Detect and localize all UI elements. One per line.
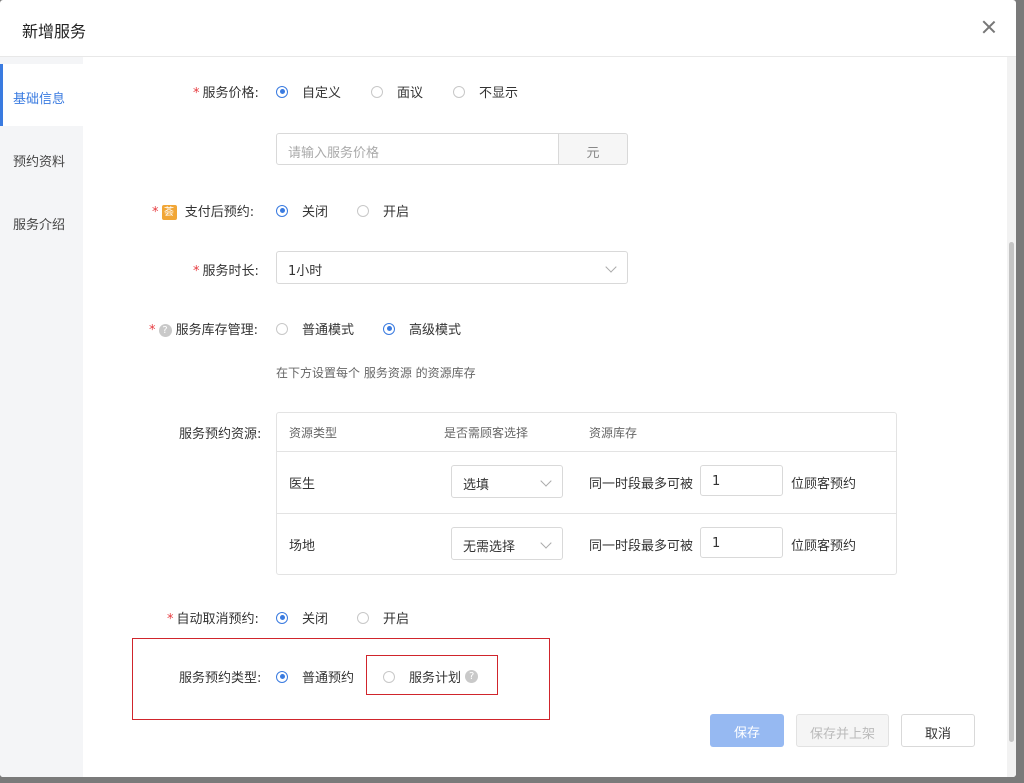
sidebar-item-basic-info[interactable]: 基础信息 (0, 64, 83, 126)
member-badge-icon: 荟 (161, 205, 177, 220)
radio-icon (276, 322, 288, 335)
resource-type: 场地 (289, 539, 316, 554)
help-icon[interactable]: ? (158, 324, 172, 337)
radio-icon (453, 85, 465, 98)
column-header: 是否需顾客选择 (444, 426, 529, 440)
stock-input[interactable]: 1 (700, 527, 783, 558)
radio-icon (383, 670, 395, 683)
inventory-option-normal[interactable]: 普通模式 (276, 319, 354, 338)
chevron-down-icon (540, 475, 552, 487)
inventory-hint: 在下方设置每个 服务资源 的资源库存 (276, 366, 476, 380)
sidebar: 基础信息 预约资料 服务介绍 (0, 57, 83, 777)
column-header: 资源库存 (589, 426, 638, 440)
resources-label: 服务预约资源: (179, 427, 262, 442)
price-label: * 服务价格: (193, 86, 259, 101)
inventory-option-advanced[interactable]: 高级模式 (383, 319, 461, 338)
resource-type: 医生 (289, 477, 316, 492)
radio-icon (371, 85, 383, 98)
sidebar-item-booking-data[interactable]: 预约资料 (0, 127, 83, 189)
radio-icon (276, 611, 288, 624)
stock-suffix: 位顾客预约 (791, 539, 857, 554)
sidebar-item-service-intro[interactable]: 服务介绍 (0, 190, 83, 252)
scrollbar[interactable] (1007, 57, 1016, 777)
radio-icon (357, 611, 369, 624)
price-option-custom[interactable]: 自定义 (276, 82, 341, 101)
stock-prefix: 同一时段最多可被 (589, 477, 694, 492)
save-button[interactable]: 保存 (710, 714, 784, 747)
stock-prefix: 同一时段最多可被 (589, 539, 694, 554)
dialog-header: 新增服务 (0, 0, 1016, 57)
chevron-down-icon (605, 261, 617, 273)
scrollbar-thumb[interactable] (1009, 242, 1014, 742)
help-icon[interactable]: ? (465, 670, 479, 683)
pay-first-option-on[interactable]: 开启 (357, 201, 409, 220)
radio-icon (276, 204, 288, 217)
sidebar-item-label: 基础信息 (13, 92, 66, 107)
customer-select-dropdown[interactable]: 无需选择 (451, 527, 563, 560)
new-service-dialog: 新增服务 基础信息 预约资料 服务介绍 * 服务价格: 自定义 面议 不显示 请输… (0, 0, 1016, 777)
stock-input[interactable]: 1 (700, 465, 783, 496)
booking-type-label: 服务预约类型: (179, 671, 262, 686)
price-option-negotiable[interactable]: 面议 (371, 82, 423, 101)
price-option-hidden[interactable]: 不显示 (453, 82, 518, 101)
radio-icon (357, 204, 369, 217)
price-unit-addon: 元 (558, 133, 628, 165)
price-input[interactable]: 请输入服务价格 (276, 133, 560, 165)
duration-label: * 服务时长: (193, 264, 259, 279)
auto-cancel-label: * 自动取消预约: (167, 612, 259, 627)
save-publish-button[interactable]: 保存并上架 (796, 714, 889, 747)
cancel-button[interactable]: 取消 (901, 714, 975, 747)
inventory-label: *? 服务库存管理: (149, 323, 259, 338)
auto-cancel-option-on[interactable]: 开启 (357, 608, 409, 627)
chevron-down-icon (540, 537, 552, 549)
booking-type-option-normal[interactable]: 普通预约 (276, 667, 354, 686)
table-header: 资源类型 是否需顾客选择 资源库存 (277, 413, 896, 452)
table-row: 医生 选填 同一时段最多可被 1 位顾客预约 (277, 451, 896, 514)
required-mark: * (193, 86, 200, 101)
column-header: 资源类型 (289, 426, 338, 440)
radio-icon (383, 322, 395, 335)
resources-table: 资源类型 是否需顾客选择 资源库存 医生 选填 同一时段最多可被 1 位顾客预约… (276, 412, 897, 575)
sidebar-item-label: 服务介绍 (13, 218, 66, 233)
pay-first-option-off[interactable]: 关闭 (276, 201, 328, 220)
stock-suffix: 位顾客预约 (791, 477, 857, 492)
radio-icon (276, 85, 288, 98)
booking-type-option-plan[interactable]: 服务计划 ? (383, 667, 479, 686)
duration-select[interactable]: 1小时 (276, 251, 628, 284)
close-icon[interactable] (976, 14, 1002, 40)
pay-first-label: * 荟 支付后预约: (152, 205, 255, 220)
sidebar-item-label: 预约资料 (13, 155, 66, 170)
customer-select-dropdown[interactable]: 选填 (451, 465, 563, 498)
auto-cancel-option-off[interactable]: 关闭 (276, 608, 328, 627)
table-row: 场地 无需选择 同一时段最多可被 1 位顾客预约 (277, 513, 896, 575)
radio-icon (276, 670, 288, 683)
dialog-title: 新增服务 (22, 22, 87, 41)
